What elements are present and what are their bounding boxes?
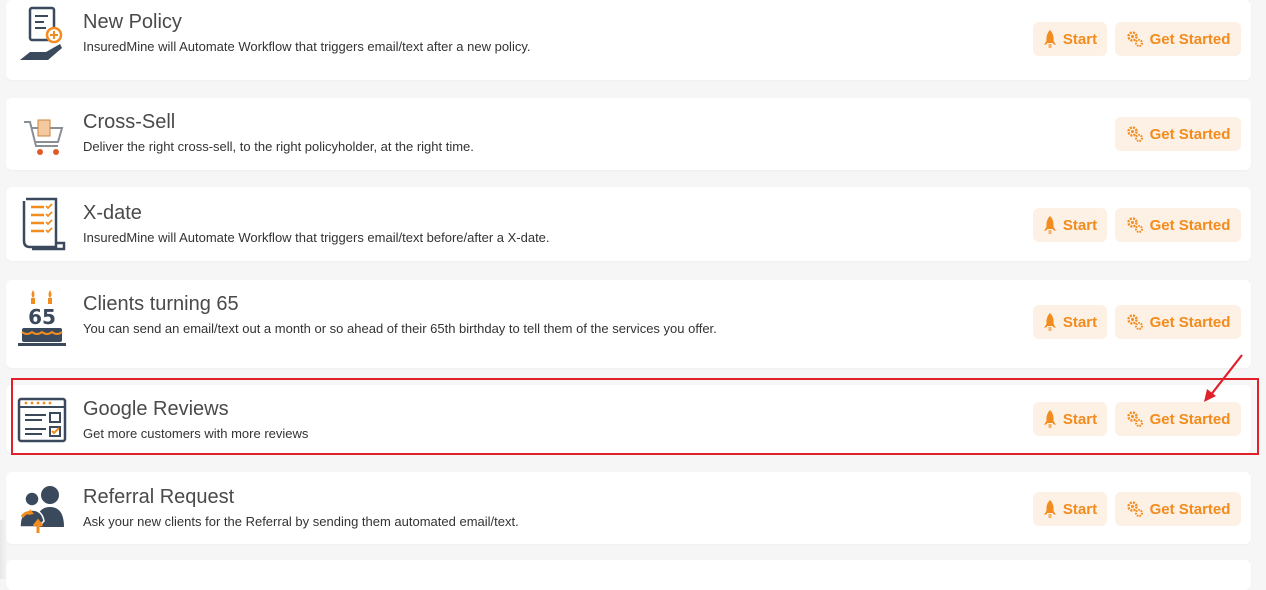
workflow-card-x-date: X-date InsuredMine will Automate Workflo…	[6, 187, 1251, 261]
card-description: InsuredMine will Automate Workflow that …	[83, 230, 550, 245]
get-started-button[interactable]: Get Started	[1115, 305, 1241, 339]
rocket-icon	[1043, 313, 1056, 331]
start-button[interactable]: Start	[1033, 492, 1107, 526]
gears-icon	[1126, 501, 1143, 517]
get-started-button[interactable]: Get Started	[1115, 492, 1241, 526]
rocket-icon	[1043, 410, 1056, 428]
scroll-shadow	[0, 520, 8, 579]
card-title: Google Reviews	[83, 398, 229, 420]
gears-icon	[1126, 31, 1143, 47]
start-button-label: Start	[1062, 313, 1098, 331]
get-started-button-label: Get Started	[1149, 30, 1231, 48]
annotation-arrow-icon	[1204, 354, 1243, 402]
start-button[interactable]: Start	[1033, 22, 1107, 56]
birthday-cake-65-icon: 65	[16, 288, 68, 350]
rocket-icon	[1043, 500, 1056, 518]
card-description: You can send an email/text out a month o…	[83, 321, 717, 336]
rocket-icon	[1043, 216, 1056, 234]
gears-icon	[1126, 217, 1143, 233]
get-started-button[interactable]: Get Started	[1115, 402, 1241, 436]
card-title: Clients turning 65	[83, 293, 239, 315]
card-description: Get more customers with more reviews	[83, 426, 309, 441]
rocket-icon	[1043, 30, 1056, 48]
svg-text:65: 65	[28, 305, 56, 329]
get-started-button-label: Get Started	[1149, 313, 1231, 331]
start-button[interactable]: Start	[1033, 208, 1107, 242]
start-button[interactable]: Start	[1033, 402, 1107, 436]
start-button-label: Start	[1062, 30, 1098, 48]
start-button-label: Start	[1062, 410, 1098, 428]
card-title: X-date	[83, 202, 142, 224]
get-started-button-label: Get Started	[1149, 410, 1231, 428]
checklist-scroll-icon	[16, 193, 68, 255]
get-started-button[interactable]: Get Started	[1115, 22, 1241, 56]
card-title: Referral Request	[83, 486, 235, 508]
card-title: Cross-Sell	[83, 111, 176, 133]
workflow-card-partial	[6, 560, 1251, 590]
start-button-label: Start	[1062, 500, 1098, 518]
workflow-card-cross-sell: Cross-Sell Deliver the right cross-sell,…	[6, 98, 1251, 170]
get-started-button-label: Get Started	[1149, 216, 1231, 234]
card-description: Ask your new clients for the Referral by…	[83, 514, 519, 529]
document-in-hand-icon	[16, 4, 68, 66]
gears-icon	[1126, 314, 1143, 330]
get-started-button[interactable]: Get Started	[1115, 117, 1241, 151]
start-button[interactable]: Start	[1033, 305, 1107, 339]
workflow-card-referral-request: Referral Request Ask your new clients fo…	[6, 472, 1251, 544]
gears-icon	[1126, 411, 1143, 427]
workflow-card-google-reviews: Google Reviews Get more customers with m…	[6, 385, 1251, 453]
users-referral-icon	[16, 477, 68, 539]
card-description: InsuredMine will Automate Workflow that …	[83, 39, 531, 54]
card-description: Deliver the right cross-sell, to the rig…	[83, 139, 474, 154]
get-started-button[interactable]: Get Started	[1115, 208, 1241, 242]
get-started-button-label: Get Started	[1149, 125, 1231, 143]
workflow-card-new-policy: New Policy InsuredMine will Automate Wor…	[6, 0, 1251, 80]
workflow-card-clients-turning-65: 65 Clients turning 65 You can send an em…	[6, 280, 1251, 368]
card-title: New Policy	[83, 11, 182, 33]
get-started-button-label: Get Started	[1149, 500, 1231, 518]
start-button-label: Start	[1062, 216, 1098, 234]
review-window-icon	[16, 389, 68, 451]
shopping-cart-icon	[16, 104, 68, 166]
gears-icon	[1126, 126, 1143, 142]
